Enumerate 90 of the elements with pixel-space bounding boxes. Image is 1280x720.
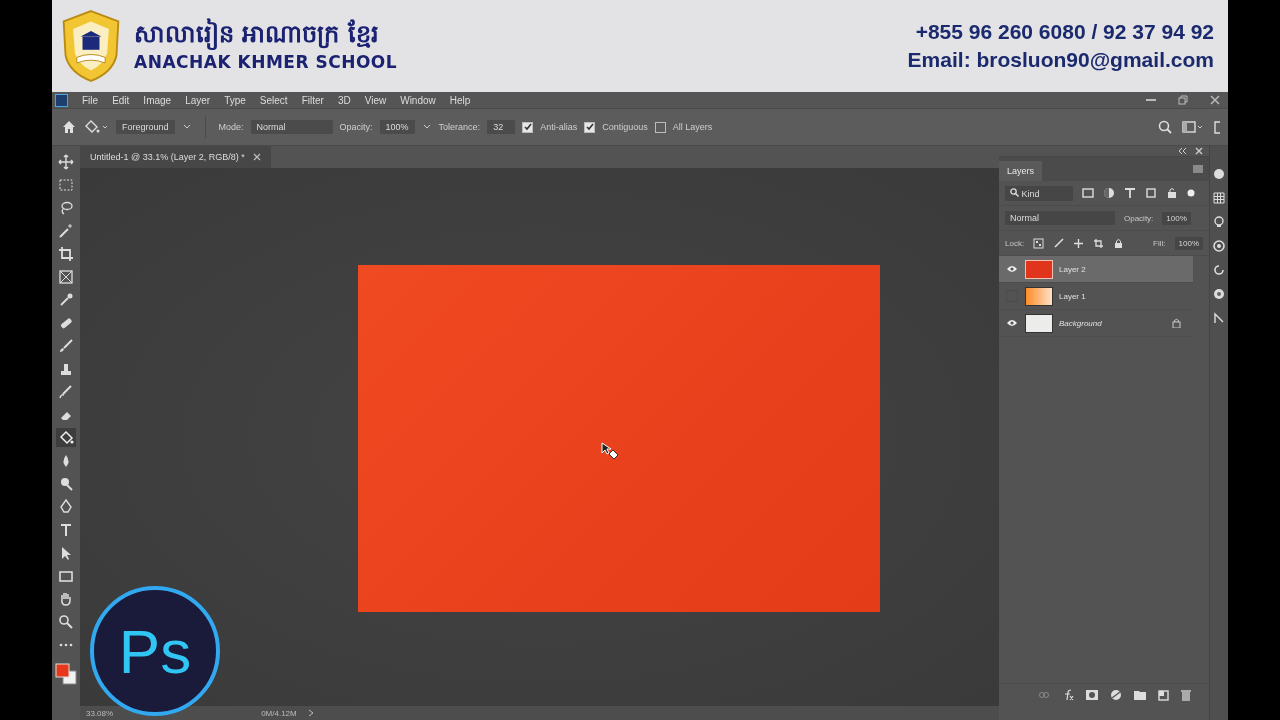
lock-label: Lock: [1005,238,1025,248]
opacity-field[interactable]: 100% [1162,211,1191,225]
opacity-label: Opacity: [339,122,373,132]
fill-source-dropdown[interactable]: Foreground [116,120,175,134]
filter-toggle-icon[interactable] [1187,189,1195,197]
close-icon[interactable] [252,153,261,161]
mode-dropdown[interactable]: Normal [250,120,333,134]
menu-item[interactable]: Window [400,94,436,106]
bulb-icon[interactable] [1213,216,1225,228]
fill-label: Fill: [1153,238,1166,248]
app-icon[interactable] [55,93,68,107]
checkbox-label: Anti-alias [540,122,578,132]
type-filter-icon[interactable] [1124,187,1136,199]
color-swatches-icon[interactable] [54,662,78,686]
menu-item[interactable]: Image [143,94,172,106]
tolerance-field[interactable]: 32 [487,120,516,134]
paint-bucket-icon[interactable] [83,119,109,135]
frame-tool-icon[interactable] [56,267,76,286]
close-icon[interactable] [1210,95,1220,105]
menu-item[interactable]: File [82,94,99,106]
adjustment-icon[interactable] [1109,689,1122,701]
folder-icon[interactable] [1133,690,1146,700]
lock-icon[interactable] [1113,237,1125,249]
bucket-tool-icon[interactable] [56,428,76,447]
opacity-label: Opacity: [1124,213,1154,223]
document-size: 0M/4.12M [261,708,297,718]
trash-icon[interactable] [1180,689,1191,701]
school-name: ANACHAK KHMER SCHOOL [134,52,398,73]
checkbox-label: Contiguous [602,122,648,132]
new-layer-icon[interactable] [1157,689,1169,701]
eye-icon[interactable] [1006,265,1018,273]
khmer-school-name: សាលារៀន អាណាចក្រ ខ្មែរ [134,19,380,49]
menu-item[interactable]: Layer [185,94,211,106]
move-icon[interactable] [1073,237,1085,249]
restore-icon[interactable] [1178,95,1188,105]
layer-row[interactable]: Background [999,310,1193,337]
checkbox[interactable] [584,121,596,133]
layer-name: Background [1059,318,1102,328]
checkbox-label: All Layers [672,122,713,132]
layer-thumbnail [1025,286,1053,306]
mask-icon[interactable] [1085,690,1098,700]
filter-kind-dropdown[interactable]: Kind [1005,185,1073,201]
layer-row[interactable]: Layer 2 [999,256,1193,283]
adjustment-filter-icon[interactable] [1103,187,1115,199]
artboard-icon[interactable] [1093,237,1105,249]
layer-name: Layer 1 [1059,291,1086,301]
eye-icon[interactable] [1006,319,1018,327]
phone-numbers: +855 96 260 6080 / 92 37 94 92 [915,20,1214,44]
layer-row[interactable]: Layer 1 [999,283,1193,310]
grid-icon[interactable] [1213,192,1225,204]
lock-filter-icon[interactable] [1166,187,1178,199]
menu-item[interactable]: 3D [337,94,351,106]
email-address: Email: brosluon90@gmail.com [907,48,1214,72]
search-icon[interactable] [1158,120,1172,134]
chevron-right-icon[interactable] [306,709,315,717]
paint-bucket-cursor-icon [599,440,620,461]
search-icon [1010,187,1019,197]
image-filter-icon[interactable] [1082,187,1094,199]
share-icon[interactable] [1214,120,1220,134]
close-icon[interactable] [1195,147,1203,155]
lock-pixels-icon[interactable] [1033,237,1045,249]
crop-tool-icon[interactable] [56,244,76,263]
fill-field[interactable]: 100% [1174,236,1203,250]
layer-thumbnail [1025,313,1053,333]
checkbox[interactable] [654,121,666,133]
opacity-field[interactable]: 100% [379,120,415,134]
collapse-icon[interactable] [1177,147,1187,155]
tolerance-label: Tolerance: [438,122,481,132]
workspace-icon[interactable] [1182,120,1204,134]
checkbox[interactable] [522,121,534,133]
layers-tab[interactable]: Layers [999,161,1042,181]
move-tool-icon[interactable] [56,152,76,171]
layer-name: Layer 2 [1059,264,1086,274]
swirl-icon[interactable] [1213,240,1225,252]
paths-icon[interactable] [1213,288,1225,300]
layer-thumbnail [1025,259,1053,279]
menu-item[interactable]: View [364,94,387,106]
pen-path-icon[interactable] [1213,312,1225,324]
menu-item[interactable]: Help [449,94,471,106]
menu-item[interactable]: Type [224,94,246,106]
palette-icon[interactable] [1213,168,1225,180]
menu-item[interactable]: Filter [301,94,324,106]
menu-item[interactable]: Select [259,94,288,106]
mode-label: Mode: [218,122,244,132]
shape-filter-icon[interactable] [1145,187,1157,199]
blend-mode-dropdown[interactable]: Normal [1005,211,1115,225]
menu-item[interactable]: Edit [112,94,130,106]
home-icon[interactable] [62,120,76,134]
brush-icon[interactable] [1053,237,1065,249]
document-tab[interactable]: Untitled-1 @ 33.1% (Layer 2, RGB/8) * [80,146,271,168]
